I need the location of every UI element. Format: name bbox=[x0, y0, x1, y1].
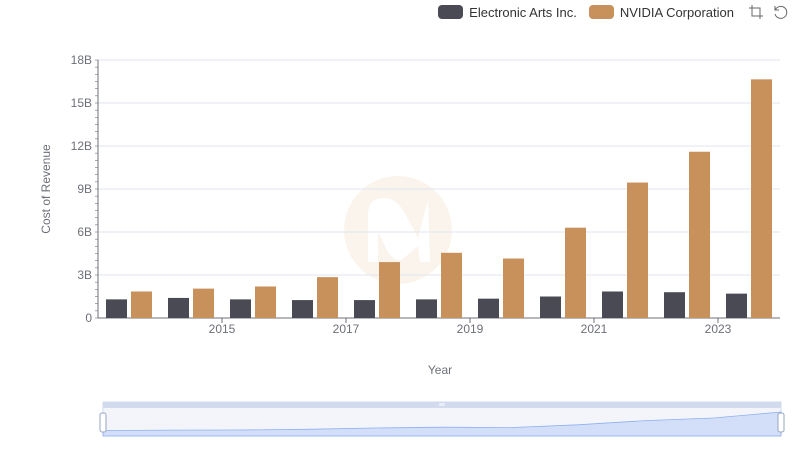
y-tick-label: 12B bbox=[71, 139, 92, 153]
bar-electronic-arts-2021[interactable] bbox=[540, 296, 561, 319]
datazoom-left-handle[interactable] bbox=[99, 412, 107, 433]
datazoom-slider[interactable] bbox=[99, 401, 785, 437]
y-tick-label: 18B bbox=[71, 53, 92, 67]
bar-nvidia-2023[interactable] bbox=[689, 151, 710, 318]
bar-electronic-arts-2020[interactable] bbox=[478, 298, 499, 318]
bar-electronic-arts-2018[interactable] bbox=[354, 300, 375, 318]
bar-electronic-arts-2017[interactable] bbox=[292, 300, 313, 318]
y-axis-title: Cost of Revenue bbox=[39, 144, 53, 234]
bar-electronic-arts-2015[interactable] bbox=[168, 297, 189, 318]
bar-electronic-arts-2023[interactable] bbox=[664, 292, 685, 318]
y-tick-label: 0 bbox=[85, 311, 92, 325]
bar-nvidia-2024[interactable] bbox=[751, 79, 772, 318]
bar-nvidia-2022[interactable] bbox=[627, 182, 648, 318]
y-axis: 0 3B 6B 9B 12B 15B 18B bbox=[71, 53, 99, 325]
x-tick-label: 2019 bbox=[457, 322, 484, 336]
bar-nvidia-2015[interactable] bbox=[193, 288, 214, 318]
bar-electronic-arts-2022[interactable] bbox=[602, 291, 623, 318]
y-tick-label: 15B bbox=[71, 96, 92, 110]
bar-nvidia-2020[interactable] bbox=[503, 258, 524, 318]
x-axis: 2015 2017 2019 2021 2023 bbox=[209, 318, 732, 336]
bar-nvidia-2014[interactable] bbox=[131, 291, 152, 318]
x-tick-label: 2021 bbox=[581, 322, 608, 336]
y-tick-label: 6B bbox=[77, 225, 92, 239]
chart: 0 3B 6B 9B 12B 15B 18B 2015 2017 2019 2021 2023 Co… bbox=[39, 53, 785, 437]
bar-electronic-arts-2024[interactable] bbox=[726, 293, 747, 318]
bar-nvidia-2016[interactable] bbox=[255, 286, 276, 318]
x-axis-title: Year bbox=[428, 363, 452, 377]
bar-nvidia-2019[interactable] bbox=[441, 252, 462, 318]
x-tick-label: 2023 bbox=[705, 322, 732, 336]
bar-nvidia-2021[interactable] bbox=[565, 227, 586, 318]
y-tick-label: 9B bbox=[77, 182, 92, 196]
bar-electronic-arts-2016[interactable] bbox=[230, 299, 251, 318]
bar-nvidia-2018[interactable] bbox=[379, 262, 400, 318]
y-tick-label: 3B bbox=[77, 268, 92, 282]
x-tick-label: 2017 bbox=[333, 322, 360, 336]
gridlines bbox=[98, 59, 780, 319]
bar-electronic-arts-2019[interactable] bbox=[416, 299, 437, 318]
bar-nvidia-2017[interactable] bbox=[317, 277, 338, 318]
datazoom-right-handle[interactable] bbox=[777, 412, 785, 433]
x-tick-label: 2015 bbox=[209, 322, 236, 336]
bar-electronic-arts-2014[interactable] bbox=[106, 299, 127, 318]
